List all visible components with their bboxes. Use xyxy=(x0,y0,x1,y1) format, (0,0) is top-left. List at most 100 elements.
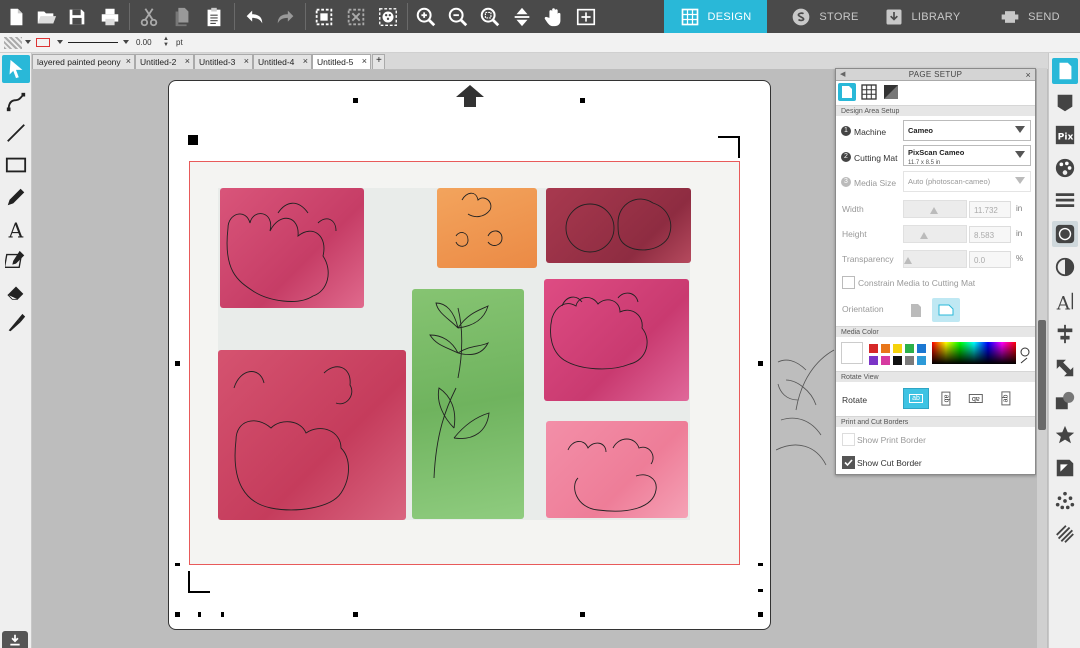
ungroup-icon[interactable] xyxy=(340,0,372,33)
zoom-in-icon[interactable] xyxy=(410,0,442,33)
replicate-panel-button[interactable] xyxy=(1052,422,1078,448)
page-setup-panel-button[interactable] xyxy=(1052,58,1078,84)
modify-panel-button[interactable] xyxy=(1052,388,1078,414)
line-style-dropdown-icon[interactable] xyxy=(123,40,129,44)
color-swatch[interactable] xyxy=(893,356,902,365)
new-tab-button[interactable]: + xyxy=(372,54,385,69)
scanned-artwork-image[interactable] xyxy=(218,188,691,520)
eraser-tool[interactable] xyxy=(2,278,30,306)
library-drawer-button[interactable] xyxy=(2,631,28,648)
trace-panel-button[interactable] xyxy=(1052,221,1078,247)
zoom-select-icon[interactable] xyxy=(474,0,506,33)
pixscan-panel-button[interactable]: Pix xyxy=(1052,122,1078,148)
collapse-panel-icon[interactable]: ◀ xyxy=(840,69,846,81)
portrait-orientation-button[interactable] xyxy=(902,298,930,322)
send-panel-button[interactable] xyxy=(1052,90,1078,116)
grid-settings-tab[interactable] xyxy=(860,83,878,101)
close-tab-icon[interactable]: × xyxy=(362,56,367,66)
tab-design[interactable]: DESIGN xyxy=(664,0,767,33)
transform-panel-button[interactable] xyxy=(1052,355,1078,381)
zoom-out-icon[interactable] xyxy=(442,0,474,33)
text-tool[interactable]: A xyxy=(2,215,30,243)
fit-window-icon[interactable] xyxy=(570,0,602,33)
show-print-border-checkbox[interactable] xyxy=(842,433,855,446)
edit-points-tool[interactable] xyxy=(2,88,30,116)
close-tab-icon[interactable]: × xyxy=(244,56,249,66)
eyedropper-icon[interactable] xyxy=(1019,344,1031,364)
height-slider[interactable] xyxy=(903,225,967,243)
fill-gradient-panel-button[interactable] xyxy=(1052,254,1078,280)
line-style-sample[interactable] xyxy=(68,42,118,43)
tab-store[interactable]: STORE xyxy=(780,0,870,33)
color-swatch[interactable] xyxy=(881,344,890,353)
color-swatch[interactable] xyxy=(893,344,902,353)
color-swatch[interactable] xyxy=(869,344,878,353)
tab-send[interactable]: SEND xyxy=(990,0,1070,33)
transparency-input[interactable]: 0.0 xyxy=(969,251,1011,268)
group-icon[interactable] xyxy=(308,0,340,33)
doc-tab[interactable]: layered painted peony × xyxy=(32,54,135,69)
landscape-orientation-button[interactable] xyxy=(932,298,960,322)
copy-icon[interactable] xyxy=(166,0,198,33)
line-tool[interactable] xyxy=(2,119,30,147)
open-folder-icon[interactable] xyxy=(30,0,62,33)
current-media-color[interactable] xyxy=(841,342,863,364)
line-width-spinner-icon[interactable]: ▲ ▼ xyxy=(163,36,169,48)
color-spectrum-picker[interactable] xyxy=(932,342,1016,364)
rotate-270-button[interactable]: ab xyxy=(993,388,1019,409)
tab-library[interactable]: LIBRARY xyxy=(882,0,962,33)
fill-dropdown-arrow-icon[interactable] xyxy=(25,40,31,44)
height-input[interactable]: 8.583 xyxy=(969,226,1011,243)
save-icon[interactable] xyxy=(61,0,93,33)
color-swatch[interactable] xyxy=(905,344,914,353)
line-width-input[interactable]: 0.00 xyxy=(136,37,162,50)
page-setup-tab[interactable] xyxy=(838,83,856,101)
fill-palette-icon[interactable] xyxy=(372,0,404,33)
sketch-panel-button[interactable] xyxy=(1052,488,1078,514)
rotate-90-button[interactable]: ab xyxy=(933,388,959,409)
color-swatch[interactable] xyxy=(881,356,890,365)
color-swatch[interactable] xyxy=(917,344,926,353)
doc-tab[interactable]: Untitled-3 × xyxy=(194,54,253,69)
color-swatch[interactable] xyxy=(869,356,878,365)
text-to-path-tool[interactable] xyxy=(2,246,30,274)
cutting-mat-select[interactable]: PixScan Cameo 11.7 x 8.5 in xyxy=(903,145,1031,166)
fill-color-panel-button[interactable] xyxy=(1052,155,1078,181)
media-size-select[interactable]: Auto (photoscan-cameo) xyxy=(903,171,1031,192)
text-style-panel-button[interactable]: A xyxy=(1052,288,1078,314)
machine-select[interactable]: Cameo xyxy=(903,120,1031,141)
fill-pattern-swatch[interactable] xyxy=(4,37,22,49)
color-swatch[interactable] xyxy=(905,356,914,365)
close-panel-icon[interactable]: × xyxy=(1025,69,1031,81)
paste-clipboard-icon[interactable] xyxy=(198,0,230,33)
draw-pencil-tool[interactable] xyxy=(2,183,30,211)
undo-icon[interactable] xyxy=(238,0,270,33)
offset-panel-button[interactable] xyxy=(1052,455,1078,481)
close-tab-icon[interactable]: × xyxy=(303,56,308,66)
line-color-swatch[interactable] xyxy=(36,38,50,47)
doc-tab[interactable]: Untitled-4 × xyxy=(253,54,312,69)
close-tab-icon[interactable]: × xyxy=(126,56,131,66)
knife-panel-button[interactable] xyxy=(1052,521,1078,547)
offmat-shape-outline[interactable] xyxy=(776,340,836,470)
new-file-icon[interactable] xyxy=(0,0,32,33)
fit-to-page-icon[interactable] xyxy=(506,0,538,33)
show-cut-border-checkbox[interactable] xyxy=(842,456,855,469)
align-panel-button[interactable] xyxy=(1052,321,1078,347)
rotate-180-button[interactable]: ab xyxy=(963,388,989,409)
color-swatch[interactable] xyxy=(917,356,926,365)
rotate-0-button[interactable]: ab xyxy=(903,388,929,409)
knife-tool[interactable] xyxy=(2,309,30,337)
line-color-dropdown-icon[interactable] xyxy=(57,40,63,44)
doc-tab[interactable]: Untitled-2 × xyxy=(135,54,194,69)
pan-hand-icon[interactable] xyxy=(538,0,570,33)
width-input[interactable]: 11.732 xyxy=(969,201,1011,218)
background-tab[interactable] xyxy=(882,83,900,101)
vertical-scrollbar[interactable] xyxy=(1037,68,1047,648)
constrain-media-checkbox[interactable] xyxy=(842,276,855,289)
cut-scissors-icon[interactable] xyxy=(133,0,165,33)
select-tool[interactable] xyxy=(2,55,30,83)
doc-tab-active[interactable]: Untitled-5 × xyxy=(312,54,371,69)
close-tab-icon[interactable]: × xyxy=(185,56,190,66)
transparency-slider[interactable] xyxy=(903,250,967,268)
